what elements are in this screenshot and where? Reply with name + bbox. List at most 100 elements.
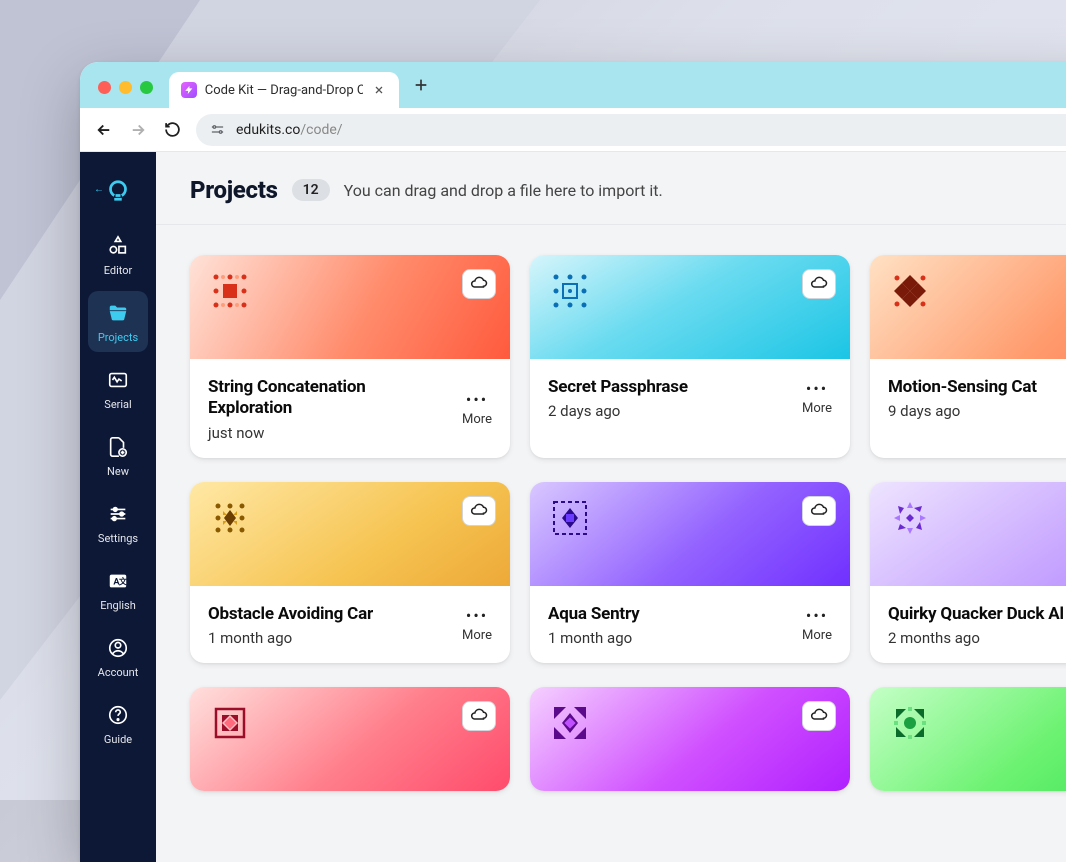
card-banner bbox=[530, 482, 850, 586]
app-container: ← Editor Projects Serial bbox=[80, 152, 1066, 862]
card-banner bbox=[870, 687, 1066, 791]
tab-strip: Code Kit — Drag-and-Drop C bbox=[80, 62, 1066, 108]
project-title: Obstacle Avoiding Car bbox=[208, 604, 452, 625]
translate-icon: A文 bbox=[106, 569, 130, 593]
projects-grid[interactable]: String Concatenation Exploration just no… bbox=[156, 225, 1066, 821]
sidebar-item-language[interactable]: A文 English bbox=[88, 559, 148, 620]
collapse-arrow-icon: ← bbox=[94, 184, 104, 195]
maximize-window-button[interactable] bbox=[140, 81, 153, 94]
project-time: 1 month ago bbox=[548, 629, 792, 647]
project-glyph-icon bbox=[208, 496, 252, 540]
tab-favicon-icon bbox=[181, 82, 197, 98]
browser-window: Code Kit — Drag-and-Drop C edukits.co/co… bbox=[80, 62, 1066, 862]
help-circle-icon bbox=[106, 703, 130, 727]
sidebar-item-label: Serial bbox=[104, 398, 131, 411]
window-controls bbox=[98, 81, 153, 108]
card-banner bbox=[190, 687, 510, 791]
address-bar: edukits.co/code/ bbox=[80, 108, 1066, 152]
project-time: 1 month ago bbox=[208, 629, 452, 647]
project-glyph-icon bbox=[548, 269, 592, 313]
project-glyph-icon bbox=[888, 496, 932, 540]
project-time: 9 days ago bbox=[888, 402, 1066, 420]
file-plus-icon bbox=[106, 435, 130, 459]
more-label: More bbox=[462, 628, 492, 643]
app-logo[interactable]: ← bbox=[96, 166, 140, 210]
sliders-icon bbox=[106, 502, 130, 526]
project-card[interactable]: Motion-Sensing Cat 9 days ago bbox=[870, 255, 1066, 458]
project-title: String Concatenation Exploration bbox=[208, 377, 452, 420]
tab-close-icon[interactable] bbox=[371, 82, 387, 98]
dots-icon: ••• bbox=[466, 392, 488, 408]
project-card[interactable] bbox=[190, 687, 510, 791]
project-time: 2 months ago bbox=[888, 629, 1066, 647]
sidebar-item-projects[interactable]: Projects bbox=[88, 291, 148, 352]
browser-tab[interactable]: Code Kit — Drag-and-Drop C bbox=[169, 72, 399, 108]
project-card[interactable]: Aqua Sentry 1 month ago ••• More bbox=[530, 482, 850, 663]
sidebar-item-label: New bbox=[107, 465, 129, 478]
card-banner bbox=[190, 255, 510, 359]
card-banner bbox=[530, 255, 850, 359]
tab-title: Code Kit — Drag-and-Drop C bbox=[205, 83, 363, 98]
card-body: Aqua Sentry 1 month ago ••• More bbox=[530, 586, 850, 663]
sidebar-item-label: Account bbox=[98, 666, 139, 679]
card-banner bbox=[530, 687, 850, 791]
project-glyph-icon bbox=[208, 701, 252, 745]
dots-icon: ••• bbox=[466, 608, 488, 624]
sidebar-item-label: Projects bbox=[98, 331, 138, 344]
project-card[interactable]: String Concatenation Exploration just no… bbox=[190, 255, 510, 458]
reload-button[interactable] bbox=[162, 120, 182, 140]
svg-text:文: 文 bbox=[119, 577, 128, 588]
sidebar-item-label: Editor bbox=[104, 264, 133, 277]
cloud-sync-button[interactable] bbox=[802, 701, 836, 731]
project-card[interactable]: Secret Passphrase 2 days ago ••• More bbox=[530, 255, 850, 458]
user-circle-icon bbox=[106, 636, 130, 660]
project-card[interactable]: Quirky Quacker Duck Al 2 months ago bbox=[870, 482, 1066, 663]
card-banner bbox=[190, 482, 510, 586]
page-title: Projects bbox=[190, 176, 278, 204]
minimize-window-button[interactable] bbox=[119, 81, 132, 94]
sidebar-item-guide[interactable]: Guide bbox=[88, 693, 148, 754]
card-body: Secret Passphrase 2 days ago ••• More bbox=[530, 359, 850, 436]
more-button[interactable]: ••• More bbox=[462, 377, 492, 442]
card-banner bbox=[870, 482, 1066, 586]
site-settings-icon[interactable] bbox=[210, 122, 226, 138]
back-button[interactable] bbox=[94, 120, 114, 140]
sidebar-item-serial[interactable]: Serial bbox=[88, 358, 148, 419]
sidebar-item-label: Settings bbox=[98, 532, 138, 545]
project-glyph-icon bbox=[888, 269, 932, 313]
project-glyph-icon bbox=[548, 496, 592, 540]
more-button[interactable]: ••• More bbox=[802, 604, 832, 647]
project-glyph-icon bbox=[208, 269, 252, 313]
close-window-button[interactable] bbox=[98, 81, 111, 94]
project-glyph-icon bbox=[548, 701, 592, 745]
card-body: Quirky Quacker Duck Al 2 months ago bbox=[870, 586, 1066, 663]
folder-open-icon bbox=[106, 301, 130, 325]
project-card[interactable]: Obstacle Avoiding Car 1 month ago ••• Mo… bbox=[190, 482, 510, 663]
forward-button[interactable] bbox=[128, 120, 148, 140]
sidebar-item-new[interactable]: New bbox=[88, 425, 148, 486]
project-card[interactable] bbox=[870, 687, 1066, 791]
cloud-sync-button[interactable] bbox=[802, 496, 836, 526]
sidebar-item-settings[interactable]: Settings bbox=[88, 492, 148, 553]
more-button[interactable]: ••• More bbox=[802, 377, 832, 420]
shapes-icon bbox=[106, 234, 130, 258]
url-domain: edukits.co bbox=[236, 122, 300, 138]
cloud-sync-button[interactable] bbox=[462, 496, 496, 526]
new-tab-button[interactable] bbox=[407, 77, 429, 108]
project-title: Motion-Sensing Cat bbox=[888, 377, 1066, 398]
sidebar-item-account[interactable]: Account bbox=[88, 626, 148, 687]
card-body: Motion-Sensing Cat 9 days ago bbox=[870, 359, 1066, 436]
project-card[interactable] bbox=[530, 687, 850, 791]
sidebar-item-editor[interactable]: Editor bbox=[88, 224, 148, 285]
project-count-badge: 12 bbox=[292, 179, 330, 201]
project-time: 2 days ago bbox=[548, 402, 792, 420]
card-body: String Concatenation Exploration just no… bbox=[190, 359, 510, 458]
project-title: Secret Passphrase bbox=[548, 377, 792, 398]
url-input[interactable]: edukits.co/code/ bbox=[196, 114, 1066, 146]
project-title: Aqua Sentry bbox=[548, 604, 792, 625]
cloud-sync-button[interactable] bbox=[462, 269, 496, 299]
cloud-sync-button[interactable] bbox=[462, 701, 496, 731]
cloud-sync-button[interactable] bbox=[802, 269, 836, 299]
more-button[interactable]: ••• More bbox=[462, 604, 492, 647]
project-time: just now bbox=[208, 424, 452, 442]
